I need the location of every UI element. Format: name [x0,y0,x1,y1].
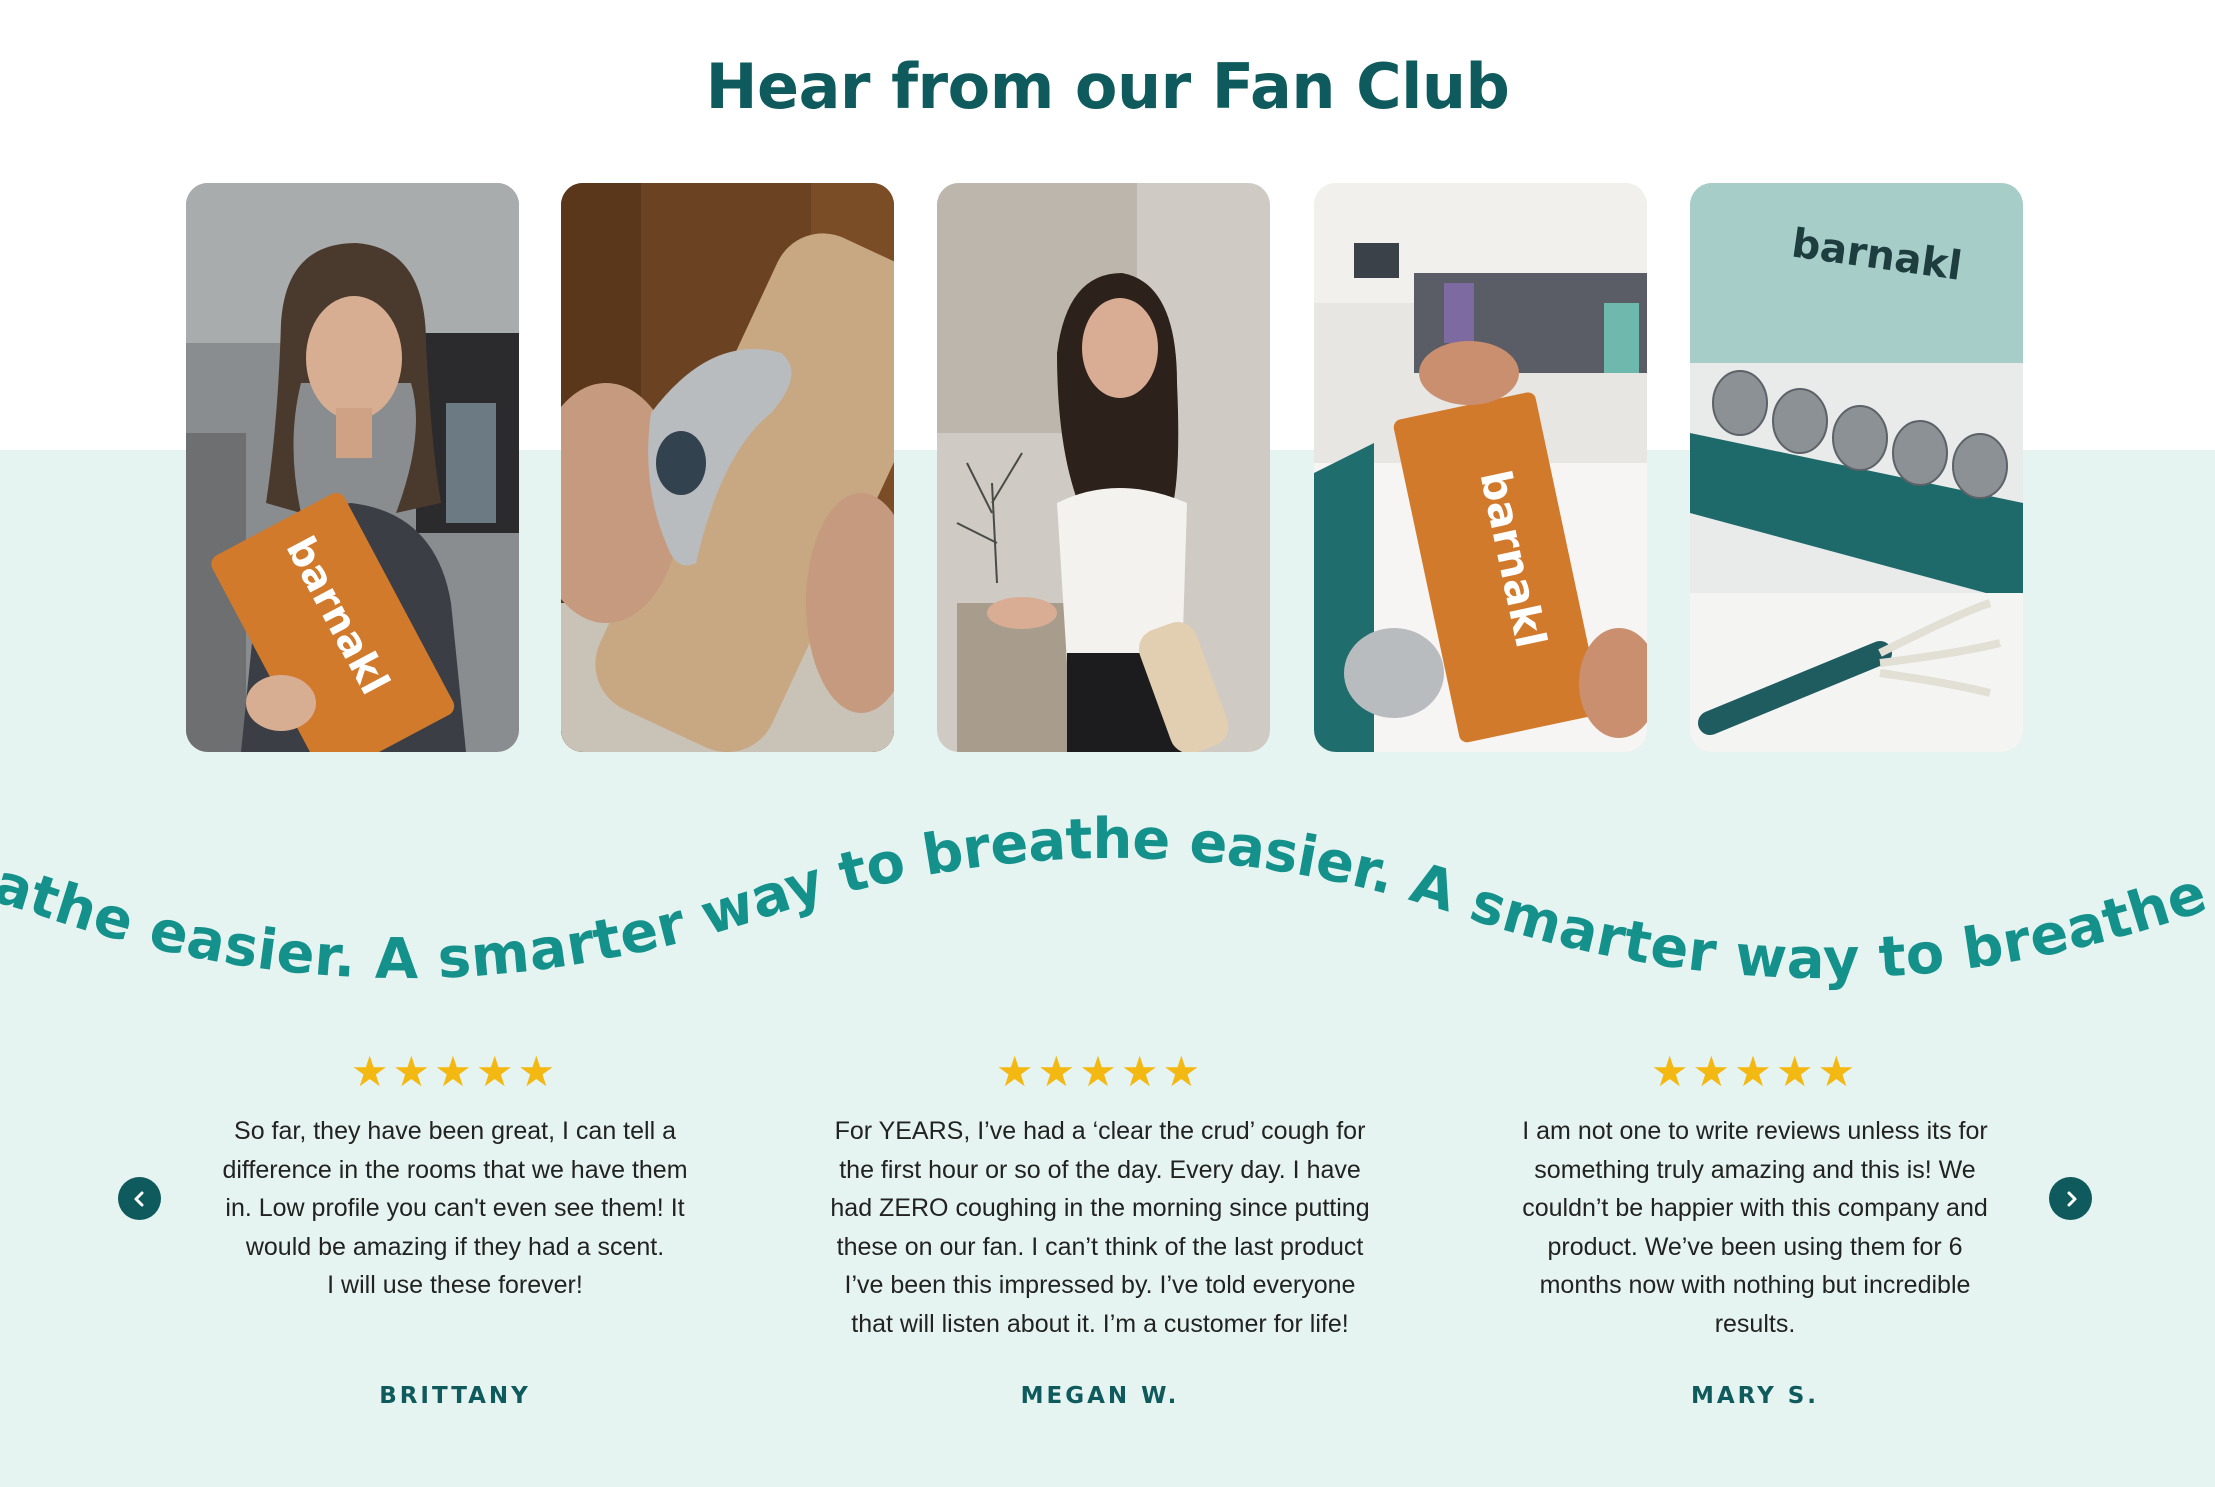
video-thumbnail-3 [937,183,1270,752]
review-author: MEGAN W. [1020,1383,1180,1409]
chevron-right-icon [2067,1191,2076,1206]
video-card-1[interactable]: barnakl [186,183,519,752]
review-author: BRITTANY [379,1383,531,1409]
star-rating: ★★★★★ [350,1048,560,1095]
review-card-3: ★★★★★ I am not one to write reviews unle… [1455,1050,2055,1343]
section-title: Hear from our Fan Club [705,50,1510,123]
video-card-4[interactable]: barnakl [1314,183,1647,752]
star-rating: ★★★★★ [1650,1048,1860,1095]
review-author: MARY S. [1690,1383,1820,1409]
tagline-text: A smarter way to breathe easier. A smart… [0,780,2215,992]
video-thumbnail-4: barnakl [1314,183,1647,752]
video-card-5[interactable]: barnakl [1690,183,2023,752]
review-text: For YEARS, I’ve had a ‘clear the crud’ c… [830,1117,1370,1338]
video-card-2[interactable] [561,183,894,752]
chevron-left-icon [134,1191,143,1206]
video-thumbnail-2 [561,183,894,752]
tagline-marquee: A smarter way to breathe easier. A smart… [0,780,2215,992]
video-thumbnail-5: barnakl [1690,183,2023,752]
review-card-2: ★★★★★ For YEARS, I’ve had a ‘clear the c… [800,1050,1400,1343]
video-card-3[interactable] [937,183,1270,752]
video-thumbnail-1: barnakl [186,183,519,752]
next-review-button[interactable] [2049,1177,2092,1220]
review-text: I am not one to write reviews unless its… [1522,1117,1988,1338]
review-card-1: ★★★★★ So far, they have been great, I ca… [155,1050,755,1305]
review-text: So far, they have been great, I can tell… [222,1117,688,1299]
star-rating: ★★★★★ [995,1048,1205,1095]
